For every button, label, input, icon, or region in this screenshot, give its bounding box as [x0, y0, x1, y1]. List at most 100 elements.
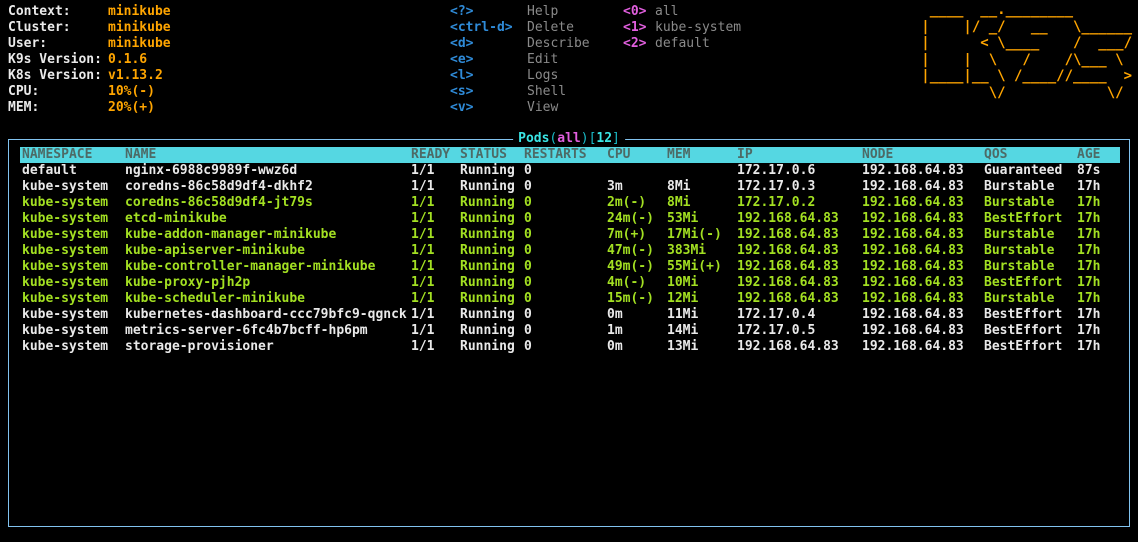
pod-row[interactable]: kube-system coredns-86c58d9df4-dkhf2 1/1…: [20, 179, 1120, 195]
cell-age: 17h: [1077, 211, 1101, 226]
pods-panel-title: Pods(all)[12]: [513, 131, 625, 147]
cell-age: 17h: [1077, 275, 1101, 290]
cell-ip: 192.168.64.83: [737, 275, 839, 290]
cell-ip: 192.168.64.83: [737, 211, 839, 226]
cell-namespace: kube-system: [22, 179, 109, 194]
action-label: Edit: [527, 52, 559, 67]
hotkey-icon: <l>: [450, 68, 474, 83]
cell-node: 192.168.64.83: [862, 163, 964, 178]
cell-mem: 10Mi: [667, 275, 699, 290]
cell-ready: 1/1: [411, 195, 435, 210]
pod-row[interactable]: kube-system storage-provisioner 1/1 Runn…: [20, 339, 1120, 355]
column-header-cell: QOS: [984, 147, 1008, 162]
cell-cpu: [605, 163, 665, 179]
cell-qos: Burstable: [984, 259, 1055, 274]
cell-cpu: 0m: [607, 307, 623, 322]
cell-node: 192.168.64.83: [862, 259, 964, 274]
cell-restarts: 0: [524, 179, 532, 194]
cell-cpu: 1m: [607, 323, 623, 338]
namespace-hotkey-row: <2> default: [623, 36, 741, 52]
column-header-cell: IP: [737, 147, 753, 162]
hotkey-icon: <?>: [450, 4, 474, 19]
pod-row[interactable]: kube-system kubernetes-dashboard-ccc79bf…: [20, 307, 1120, 323]
action-hotkeys-menu: <?> Help <ctrl-d> Delete <d> Describe <e…: [450, 4, 590, 116]
cell-node: 192.168.64.83: [862, 243, 964, 258]
cell-cpu: 7m(+): [607, 227, 647, 242]
pod-row[interactable]: kube-system metrics-server-6fc4b7bcff-hp…: [20, 323, 1120, 339]
pods-table-header: NAMESPACE NAME READY STATUS RESTARTS CPU…: [20, 147, 1120, 163]
cluster-info-label: CPU:: [8, 84, 40, 99]
pod-row[interactable]: kube-system coredns-86c58d9df4-jt79s 1/1…: [20, 195, 1120, 211]
pod-row[interactable]: kube-system kube-proxy-pjh2p 1/1 Running…: [20, 275, 1120, 291]
cell-qos: Burstable: [984, 227, 1055, 242]
cell-restarts: 0: [524, 227, 532, 242]
cell-ready: 1/1: [411, 227, 435, 242]
cluster-info-row: K8s Version: v1.13.2: [8, 68, 171, 84]
cell-name: storage-provisioner: [125, 339, 274, 354]
action-label: Logs: [527, 68, 559, 83]
cell-cpu: 2m(-): [607, 195, 647, 210]
action-label: Delete: [527, 20, 574, 35]
cell-ready: 1/1: [411, 291, 435, 306]
action-hotkey-row: <v> View: [450, 100, 590, 116]
cell-name: coredns-86c58d9df4-dkhf2: [125, 179, 313, 194]
action-label: View: [527, 100, 559, 115]
cell-qos: BestEffort: [984, 211, 1063, 226]
cell-restarts: 0: [524, 275, 532, 290]
cell-ip: 192.168.64.83: [737, 259, 839, 274]
action-hotkey-row: <l> Logs: [450, 68, 590, 84]
cell-qos: BestEffort: [984, 339, 1063, 354]
title-close-bracket-open: )[: [580, 131, 597, 146]
cell-ready: 1/1: [411, 339, 435, 354]
hotkey-icon: <s>: [450, 84, 474, 99]
pod-row[interactable]: kube-system kube-apiserver-minikube 1/1 …: [20, 243, 1120, 259]
cell-ready: 1/1: [411, 259, 435, 274]
column-header-cell: STATUS: [460, 147, 507, 162]
pod-row[interactable]: default nginx-6988c9989f-wwz6d 1/1 Runni…: [20, 163, 1120, 179]
cell-restarts: 0: [524, 211, 532, 226]
cell-cpu: 4m(-): [607, 275, 647, 290]
action-hotkey-row: <e> Edit: [450, 52, 590, 68]
hotkey-icon: <v>: [450, 100, 474, 115]
cluster-info-value: minikube: [108, 36, 171, 51]
cell-qos: BestEffort: [984, 275, 1063, 290]
pod-row[interactable]: kube-system kube-controller-manager-mini…: [20, 259, 1120, 275]
pods-panel: Pods(all)[12] NAMESPACE NAME READY STATU…: [8, 131, 1130, 527]
cell-ip: 172.17.0.2: [737, 195, 816, 210]
cluster-info-row: K9s Version: 0.1.6: [8, 52, 171, 68]
cell-node: 192.168.64.83: [862, 211, 964, 226]
cell-cpu: 24m(-): [607, 211, 654, 226]
cell-ip: 192.168.64.83: [737, 243, 839, 258]
cell-qos: BestEffort: [984, 307, 1063, 322]
cell-status: Running: [460, 307, 515, 322]
cell-ready: 1/1: [411, 211, 435, 226]
cell-name: kube-controller-manager-minikube: [125, 259, 376, 274]
pod-row[interactable]: kube-system kube-addon-manager-minikube …: [20, 227, 1120, 243]
column-header-cell: NODE: [862, 147, 894, 162]
column-header-cell: NAMESPACE: [22, 147, 93, 162]
cell-mem: 14Mi: [667, 323, 699, 338]
cell-namespace: kube-system: [22, 243, 109, 258]
pod-row[interactable]: kube-system kube-scheduler-minikube 1/1 …: [20, 291, 1120, 307]
cell-cpu: 0m: [607, 339, 623, 354]
cell-cpu: 15m(-): [607, 291, 654, 306]
cell-status: Running: [460, 211, 515, 226]
action-hotkey-row: <s> Shell: [450, 84, 590, 100]
cell-status: Running: [460, 227, 515, 242]
cell-qos: BestEffort: [984, 323, 1063, 338]
cell-status: Running: [460, 243, 515, 258]
cell-status: Running: [460, 163, 515, 178]
cell-ip: 192.168.64.83: [737, 227, 839, 242]
cell-status: Running: [460, 291, 515, 306]
namespace-hotkey-row: <0> all: [623, 4, 741, 20]
cell-ready: 1/1: [411, 163, 435, 178]
pod-row[interactable]: kube-system etcd-minikube 1/1 Running 0 …: [20, 211, 1120, 227]
namespace-hotkey-icon: <0>: [623, 4, 647, 19]
cluster-info-label: Context:: [8, 4, 71, 19]
cell-name: nginx-6988c9989f-wwz6d: [125, 163, 298, 178]
cell-age: 17h: [1077, 307, 1101, 322]
cluster-info-value: minikube: [108, 4, 171, 19]
cell-mem: 13Mi: [667, 339, 699, 354]
cell-ready: 1/1: [411, 243, 435, 258]
cluster-info-label: User:: [8, 36, 48, 51]
